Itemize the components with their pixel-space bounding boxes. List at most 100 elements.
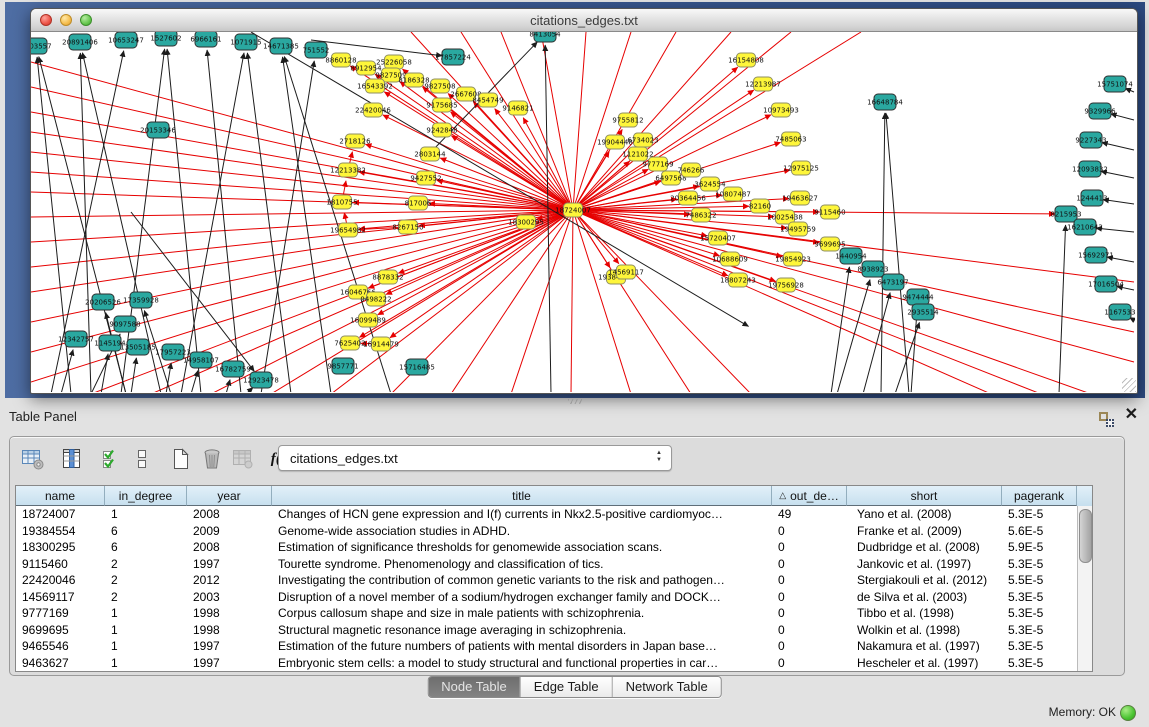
close-panel-icon[interactable]: ✕ (1125, 407, 1138, 423)
table-selector-dropdown[interactable]: citations_edges.txt ▲▼ (278, 445, 672, 471)
graph-node[interactable]: 751552 (303, 42, 330, 58)
graph-node[interactable]: 9755812 (612, 113, 643, 127)
column-header-pagerank[interactable]: pagerank (1002, 486, 1077, 506)
graph-node[interactable]: 20206526 (85, 294, 121, 310)
table-row[interactable]: 1830029562008Estimation of significance … (16, 539, 1077, 556)
select-column-icon[interactable] (59, 444, 85, 474)
graph-node[interactable]: 22420046 (355, 103, 391, 117)
network-view-window[interactable]: citations_edges.txt 88601288912954252260… (30, 8, 1138, 394)
graph-node[interactable]: 8267150 (392, 220, 423, 234)
graph-node[interactable]: 746266 (678, 163, 705, 177)
graph-node[interactable]: 20153346 (140, 122, 176, 138)
graph-node[interactable]: 2718126 (339, 134, 371, 148)
graph-node[interactable]: 9329966 (1084, 103, 1116, 119)
graph-node[interactable]: 19854923 (775, 252, 811, 266)
table-row[interactable]: 946362711997Embryonic stem cells: a mode… (16, 655, 1077, 672)
graph-node[interactable]: 16648784 (867, 94, 903, 110)
table-cell: 0 (772, 573, 847, 587)
graph-node[interactable]: 1071915 (230, 34, 261, 50)
graph-node[interactable]: 1810755 (326, 195, 357, 209)
graph-node[interactable]: 9857771 (327, 358, 358, 374)
import-table-icon[interactable] (230, 444, 256, 474)
graph-node[interactable]: 1167533 (1104, 304, 1135, 320)
graph-node[interactable]: 2935514 (907, 304, 939, 320)
graph-node[interactable]: 16154808 (728, 53, 764, 67)
table-row[interactable]: 911546021997Tourette syndrome. Phenomeno… (16, 556, 1077, 573)
graph-node[interactable]: 10973493 (763, 103, 799, 117)
delete-table-icon[interactable] (199, 444, 225, 474)
svg-text:8860128: 8860128 (325, 57, 356, 65)
minimize-window-icon[interactable] (60, 14, 72, 26)
column-header-name[interactable]: name (16, 486, 105, 506)
svg-text:15692971: 15692971 (1078, 252, 1114, 260)
graph-node[interactable]: 17359928 (123, 292, 159, 308)
graph-node[interactable]: 17857224 (435, 49, 471, 65)
zoom-window-icon[interactable] (80, 14, 92, 26)
table-row[interactable]: 1872400712008Changes of HCN gene express… (16, 506, 1077, 523)
panel-splitter-handle[interactable] (568, 399, 582, 404)
graph-node[interactable]: 6966161 (190, 32, 221, 47)
graph-node[interactable]: 3624554 (694, 177, 726, 191)
window-resize-grip[interactable] (1122, 378, 1136, 392)
network-canvas[interactable]: 8860128891295425226058982750916543392818… (31, 32, 1135, 392)
column-header-short[interactable]: short (847, 486, 1002, 506)
graph-node[interactable]: 12213382 (330, 163, 366, 177)
graph-node[interactable]: 14671385 (263, 38, 299, 54)
graph-node[interactable]: 9146821 (502, 101, 533, 115)
graph-node[interactable]: 817006 (405, 196, 432, 210)
table-row[interactable]: 969969511998Structural magnetic resonanc… (16, 622, 1077, 639)
column-header-title[interactable]: title (272, 486, 772, 506)
table-row[interactable]: 977716911998Corpus callosum shape and si… (16, 605, 1077, 622)
table-row[interactable]: 1456911722003Disruption of a novel membe… (16, 589, 1077, 606)
graph-node[interactable]: 10807487 (715, 187, 751, 201)
table-row[interactable]: 946554611997Estimation of the future num… (16, 638, 1077, 655)
graph-node[interactable]: 6473197 (877, 274, 908, 290)
graph-node[interactable]: 9175685 (426, 98, 457, 112)
graph-node[interactable]: 1527602 (150, 32, 181, 46)
graph-node[interactable]: 9474444 (902, 289, 934, 305)
graph-node[interactable]: 82160 (749, 199, 771, 213)
column-header-out_de[interactable]: △out_de… (772, 486, 847, 506)
graph-node[interactable]: 16914479 (363, 337, 399, 351)
graph-node[interactable]: 8413054 (529, 32, 561, 42)
graph-node[interactable]: 15716485 (399, 359, 435, 375)
tab-network-table[interactable]: Network Table (612, 677, 721, 697)
graph-node[interactable]: 10653247 (108, 32, 144, 48)
tab-node-table[interactable]: Node Table (428, 677, 520, 697)
graph-node[interactable]: 15692971 (1078, 247, 1114, 263)
graph-node[interactable]: 9097588 (109, 316, 140, 332)
column-header-in_degree[interactable]: in_degree (105, 486, 187, 506)
select-rows-icon[interactable] (98, 444, 124, 474)
graph-node[interactable]: 9227343 (1075, 132, 1106, 148)
float-panel-icon[interactable] (1098, 412, 1115, 427)
modify-table-icon[interactable] (20, 444, 46, 474)
column-header-year[interactable]: year (187, 486, 272, 506)
graph-node[interactable]: 17016504 (1088, 276, 1124, 292)
graph-node[interactable]: 1244413 (1076, 190, 1107, 206)
tab-edge-table[interactable]: Edge Table (520, 677, 612, 697)
table-scrollbar[interactable] (1077, 506, 1092, 671)
table-cell: 2003 (187, 590, 272, 604)
graph-node[interactable]: 1440954 (835, 248, 867, 264)
table-cell: 5.3E-5 (1002, 623, 1077, 637)
table-row[interactable]: 2242004622012Investigating the contribut… (16, 572, 1077, 589)
graph-node[interactable]: 15720407 (700, 231, 736, 245)
table-cell: 5.9E-5 (1002, 540, 1077, 554)
graph-node[interactable]: 12093832 (1072, 161, 1108, 177)
graph-node[interactable]: 19463627 (782, 191, 818, 205)
graph-node[interactable]: 1403557 (31, 38, 52, 54)
table-scrollbar-thumb[interactable] (1079, 509, 1092, 563)
graph-node[interactable]: 12975125 (783, 161, 819, 175)
table-row[interactable]: 1938455462009Genome-wide association stu… (16, 523, 1077, 540)
graph-node[interactable]: 9115460 (814, 205, 845, 219)
stacked-rows-icon[interactable] (129, 444, 155, 474)
new-table-icon[interactable] (168, 444, 194, 474)
graph-node[interactable]: 7485063 (775, 132, 806, 146)
graph-node[interactable]: 10688609 (712, 252, 748, 266)
close-window-icon[interactable] (40, 14, 52, 26)
graph-edge (1059, 225, 1066, 392)
graph-node[interactable]: 20891406 (62, 34, 98, 50)
window-titlebar[interactable]: citations_edges.txt (31, 9, 1137, 32)
graph-node[interactable]: 12213987 (745, 77, 781, 91)
graph-node[interactable]: 7625402 (334, 336, 365, 350)
